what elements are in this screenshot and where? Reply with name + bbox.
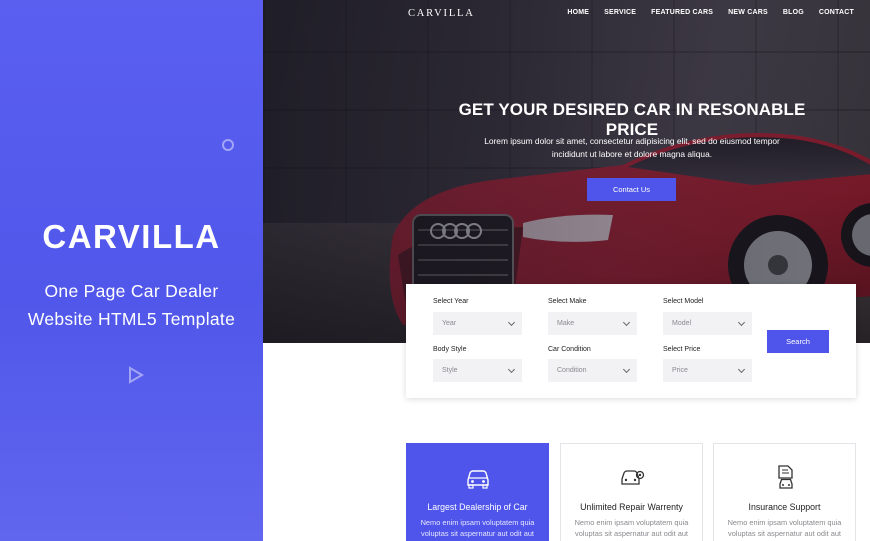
promo-subtitle-line2: Website HTML5 Template — [27, 309, 236, 329]
play-triangle-icon — [129, 366, 144, 384]
nav-service[interactable]: SERVICE — [604, 9, 636, 16]
nav-blog[interactable]: BLOG — [783, 9, 804, 16]
price-select[interactable]: Price — [663, 359, 752, 382]
model-label: Select Model — [663, 298, 704, 305]
nav-featured-cars[interactable]: FEATURED CARS — [651, 9, 713, 16]
car-icon — [467, 470, 489, 489]
condition-select[interactable]: Condition — [548, 359, 637, 382]
body-style-select[interactable]: Style — [433, 359, 522, 382]
feature-text: Nemo enim ipsam voluptatem quia voluptas… — [727, 518, 842, 538]
make-label: Select Make — [548, 298, 587, 305]
feature-card-dealership[interactable]: Largest Dealership of Car Nemo enim ipsa… — [406, 443, 549, 541]
feature-title: Unlimited Repair Warrenty — [580, 502, 683, 512]
promo-subtitle-line1: One Page Car Dealer — [44, 281, 219, 301]
chevron-down-icon — [507, 318, 516, 327]
year-select[interactable]: Year — [433, 312, 522, 335]
make-select-value: Make — [557, 320, 575, 327]
circle-decor-icon — [222, 139, 234, 151]
top-navbar: CARVILLA HOME SERVICE FEATURED CARS NEW … — [263, 0, 870, 26]
year-label: Select Year — [433, 298, 469, 305]
feature-card-insurance[interactable]: Insurance Support Nemo enim ipsam volupt… — [713, 443, 856, 541]
model-select[interactable]: Model — [663, 312, 752, 335]
feature-title: Largest Dealership of Car — [427, 502, 528, 512]
promo-panel: CARVILLA One Page Car Dealer Website HTM… — [0, 0, 263, 541]
site-logo[interactable]: CARVILLA — [408, 8, 475, 19]
nav-contact[interactable]: CONTACT — [819, 9, 854, 16]
insurance-icon — [778, 465, 793, 489]
chevron-down-icon — [622, 365, 631, 374]
nav-new-cars[interactable]: NEW CARS — [728, 9, 768, 16]
feature-title: Insurance Support — [748, 502, 821, 512]
search-button[interactable]: Search — [767, 330, 829, 353]
price-select-value: Price — [672, 367, 688, 374]
price-label: Select Price — [663, 346, 701, 353]
body-style-label: Body Style — [433, 346, 467, 353]
hero-lead-line1: Lorem ipsum dolor sit amet, consectetur … — [484, 136, 780, 146]
chevron-down-icon — [622, 318, 631, 327]
model-select-value: Model — [672, 320, 692, 327]
body-style-select-value: Style — [442, 367, 458, 374]
promo-title: CARVILLA — [42, 218, 221, 255]
nav-home[interactable]: HOME — [567, 9, 589, 16]
make-select[interactable]: Make — [548, 312, 637, 335]
car-search-panel: Select Year Year Select Make Make Select… — [406, 284, 856, 398]
main-menu: HOME SERVICE FEATURED CARS NEW CARS BLOG… — [552, 9, 854, 16]
contact-us-button[interactable]: Contact Us — [587, 178, 676, 201]
year-select-value: Year — [442, 320, 457, 327]
condition-label: Car Condition — [548, 346, 591, 353]
chevron-down-icon — [507, 365, 516, 374]
repair-icon — [621, 470, 645, 485]
feature-text: Nemo enim ipsam voluptatem quia voluptas… — [420, 518, 535, 538]
hero-lead-line2: incididunt ut labore et dolore magna ali… — [551, 148, 713, 159]
hero-headline: GET YOUR DESIRED CAR IN RESONABLE PRICE — [458, 100, 806, 139]
condition-select-value: Condition — [557, 367, 587, 374]
feature-card-repair[interactable]: Unlimited Repair Warrenty Nemo enim ipsa… — [560, 443, 703, 541]
chevron-down-icon — [737, 365, 746, 374]
feature-text: Nemo enim ipsam voluptatem quia voluptas… — [574, 518, 689, 538]
chevron-down-icon — [737, 318, 746, 327]
hero-lead: Lorem ipsum dolor sit amet, consectetur … — [472, 135, 792, 160]
